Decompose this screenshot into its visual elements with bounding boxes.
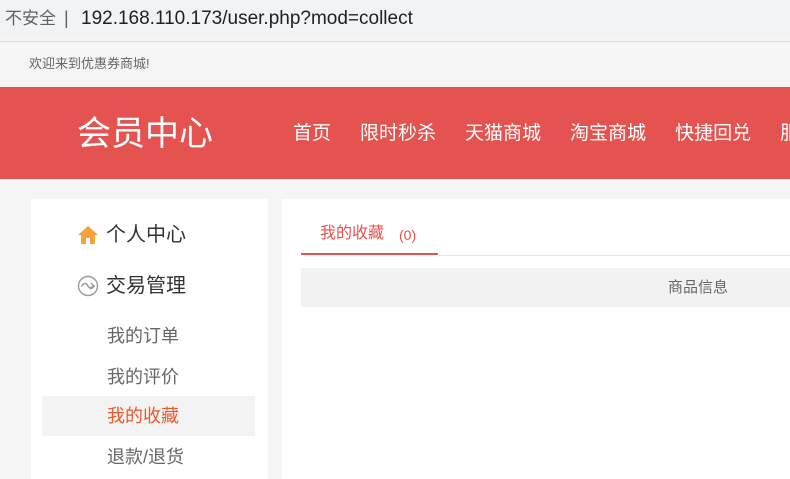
nav-item-quick-redeem[interactable]: 快捷回兑	[675, 123, 751, 145]
tab-my-favorites[interactable]: 我的收藏 (0)	[301, 221, 438, 256]
tab-divider	[438, 255, 790, 256]
sidebar-item-my-favorites[interactable]: 我的收藏	[42, 396, 255, 436]
nav-item-home[interactable]: 首页	[293, 123, 331, 145]
main-nav: 首页 限时秒杀 天猫商城 淘宝商城 快捷回兑 服	[293, 123, 790, 145]
tab-count-badge: (0)	[399, 227, 417, 243]
site-header: 会员中心 首页 限时秒杀 天猫商城 淘宝商城 快捷回兑 服	[0, 87, 790, 179]
sidebar-item-my-orders[interactable]: 我的订单	[42, 316, 255, 356]
tab-active-indicator	[301, 253, 438, 255]
url-text[interactable]: 192.168.110.173/user.php?mod=collect	[81, 8, 413, 30]
security-indicator[interactable]: 不安全	[5, 9, 56, 29]
address-bar[interactable]: 不安全 | 192.168.110.173/user.php?mod=colle…	[0, 0, 790, 37]
tab-label: 我的收藏	[320, 225, 385, 242]
nav-item-more[interactable]: 服	[780, 123, 790, 145]
home-icon	[77, 224, 99, 246]
sidebar-item-label: 我的收藏	[107, 406, 179, 426]
sidebar-item-refunds[interactable]: 退款/退货	[42, 437, 255, 477]
main-panel: 我的收藏 (0) 商品信息	[282, 199, 790, 479]
nav-item-taobao[interactable]: 淘宝商城	[570, 123, 646, 145]
nav-item-tmall[interactable]: 天猫商城	[465, 123, 541, 145]
sidebar-item-label: 退款/退货	[107, 447, 185, 467]
nav-item-flash-sale[interactable]: 限时秒杀	[360, 123, 436, 145]
sidebar-section-transactions[interactable]: 交易管理	[31, 271, 268, 301]
page-title: 会员中心	[77, 115, 213, 153]
exchange-icon	[77, 275, 99, 297]
sidebar-item-label: 我的订单	[107, 326, 179, 346]
welcome-text: 欢迎来到优惠券商城!	[29, 56, 150, 71]
column-header-product-info: 商品信息	[668, 279, 729, 296]
sidebar-section-label: 个人中心	[106, 224, 186, 246]
sidebar-section-label: 交易管理	[106, 275, 186, 297]
sidebar-section-personal-center[interactable]: 个人中心	[31, 220, 268, 250]
sidebar: 个人中心 交易管理 我的订单 我的评价 我的收藏 退款/退货	[31, 199, 268, 479]
table-header: 商品信息	[301, 268, 790, 307]
address-separator: |	[64, 8, 69, 28]
sidebar-item-label: 我的评价	[107, 367, 179, 387]
sidebar-item-my-reviews[interactable]: 我的评价	[42, 357, 255, 397]
welcome-bar: 欢迎来到优惠券商城!	[0, 42, 790, 87]
